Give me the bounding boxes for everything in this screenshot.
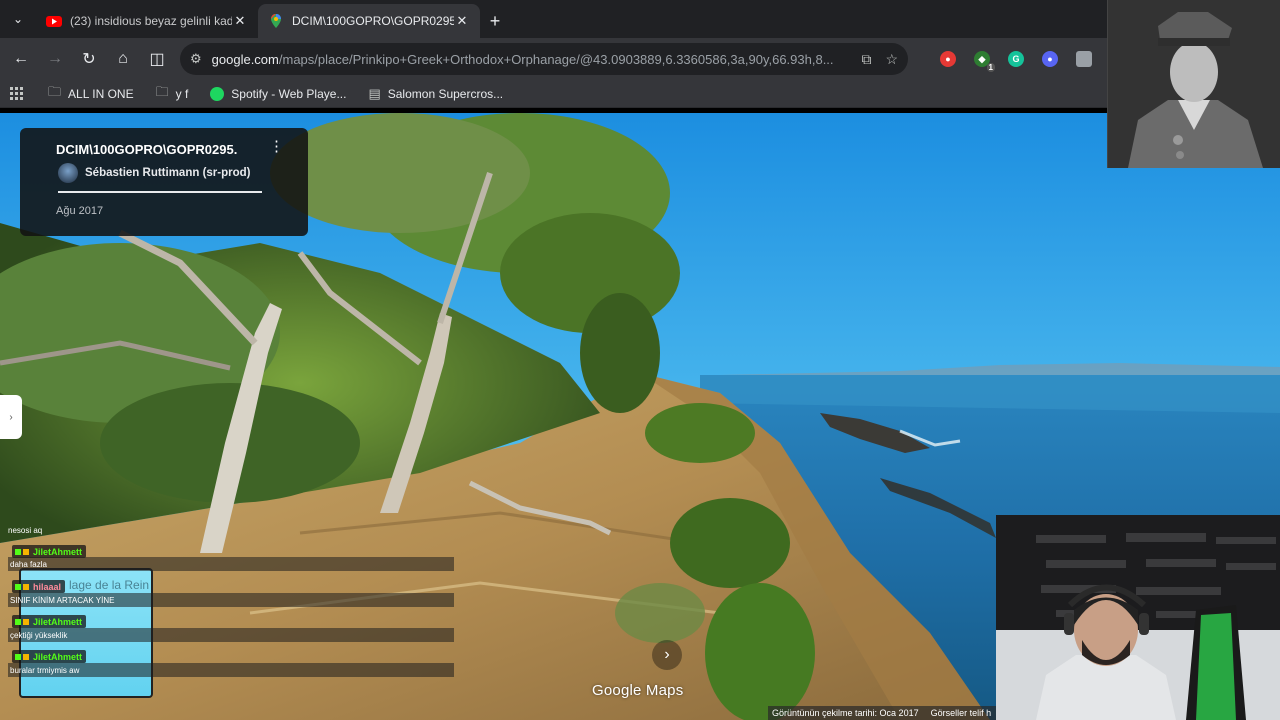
tab-youtube[interactable]: (23) insidious beyaz gelinli kadı ✕: [36, 4, 258, 38]
grammarly-icon[interactable]: G: [1008, 51, 1024, 67]
extension-red-icon[interactable]: ●: [940, 51, 956, 67]
google-maps-icon: [271, 14, 281, 28]
tab-strip: ⌄ (23) insidious beyaz gelinli kadı ✕ DC…: [0, 0, 1280, 38]
youtube-icon: [46, 16, 62, 27]
close-tab-icon[interactable]: ✕: [454, 13, 470, 29]
copyright-link[interactable]: Görseller telif h: [931, 708, 992, 718]
webcam-overlay: [996, 515, 1280, 720]
bookmark-salomon[interactable]: ▤ Salomon Supercros...: [368, 86, 503, 102]
discord-icon[interactable]: ●: [1042, 51, 1058, 67]
folder-icon: 🗀: [48, 83, 62, 99]
url-path: /maps/place/Prinkipo+Greek+Orthodox+Orph…: [278, 51, 834, 67]
chat-message: buralar trmiymis aw: [8, 663, 454, 677]
tab-title: (23) insidious beyaz gelinli kadı: [70, 14, 232, 28]
map-footer: Görüntünün çekilme tarihi: Oca 2017 Görs…: [768, 706, 1008, 720]
new-tab-button[interactable]: +: [480, 4, 510, 38]
chat-previous-message: nesosi aq: [8, 526, 43, 535]
stream-chat: nesosi aq JiletAhmett daha fazla hilaaal…: [0, 524, 460, 684]
tab-title: DCIM\100GOPRO\GOPR0295.: [292, 14, 454, 28]
chat-message: çektiği yükseklik: [8, 628, 454, 642]
webcam-image: [996, 515, 1280, 720]
photo-info-card: DCIM\100GOPRO\GOPR0295. Sébastien Ruttim…: [20, 128, 308, 236]
bookmark-all-in-one[interactable]: 🗀 ALL IN ONE: [48, 83, 134, 105]
portrait-overlay: [1107, 0, 1280, 168]
tab-google-maps[interactable]: DCIM\100GOPRO\GOPR0295. ✕: [258, 4, 480, 38]
capture-date: Görüntünün çekilme tarihi: Oca 2017: [772, 708, 919, 718]
apps-grid-icon[interactable]: [10, 86, 24, 101]
address-bar[interactable]: ⚙ google.com /maps/place/Prinkipo+Greek+…: [180, 43, 908, 75]
chat-message: daha fazla: [8, 557, 454, 571]
home-icon[interactable]: ⌂: [106, 42, 140, 76]
bookmarks-bar: 🗀 ALL IN ONE 🗀 y f Spotify - Web Playe... …: [0, 80, 1280, 108]
browser-toolbar: ← → ↻ ⌂ ◫ ⚙ google.com /maps/place/Prink…: [0, 38, 1280, 80]
bookmark-spotify[interactable]: Spotify - Web Playe...: [210, 86, 346, 101]
more-options-icon[interactable]: ⋮: [269, 139, 284, 154]
chat-message: SINIF KİNİM ARTACAK YİNE: [8, 593, 454, 607]
extension-green-icon[interactable]: ◆ 1: [974, 51, 995, 72]
reload-icon[interactable]: ↻: [72, 42, 106, 76]
extension-badge: 1: [986, 63, 995, 72]
site-info-icon[interactable]: ⚙: [190, 51, 202, 67]
folder-icon: 🗀: [155, 83, 169, 99]
split-view-icon[interactable]: ◫: [140, 42, 174, 76]
photo-date: Ağu 2017: [56, 205, 104, 217]
google-maps-watermark: Google Maps: [592, 682, 684, 699]
expand-panel-button[interactable]: ›: [0, 395, 22, 439]
close-tab-icon[interactable]: ✕: [232, 13, 248, 29]
photo-title: DCIM\100GOPRO\GOPR0295.: [56, 142, 238, 157]
chat-username: JiletAhmett: [12, 650, 87, 663]
portrait-image: [1108, 0, 1280, 168]
shield-icon[interactable]: [1076, 51, 1092, 67]
install-app-icon[interactable]: ⧉: [861, 51, 871, 68]
bookmark-star-icon[interactable]: ☆: [885, 51, 898, 68]
bookmark-y-f[interactable]: 🗀 y f: [156, 83, 189, 105]
page-icon: ▤: [368, 85, 381, 101]
tab-search-chevron-icon[interactable]: ⌄: [0, 0, 36, 38]
forward-icon[interactable]: →: [38, 42, 72, 76]
back-icon[interactable]: ←: [4, 42, 38, 76]
url-host: google.com: [211, 51, 279, 67]
chat-username: JiletAhmett: [12, 615, 87, 628]
chat-username: hilaaal: [12, 580, 66, 593]
photo-author[interactable]: Sébastien Ruttimann (sr-prod): [58, 163, 262, 193]
author-avatar: [58, 163, 78, 183]
spotify-icon: [210, 86, 225, 101]
navigate-forward-arrow[interactable]: ›: [652, 640, 682, 670]
